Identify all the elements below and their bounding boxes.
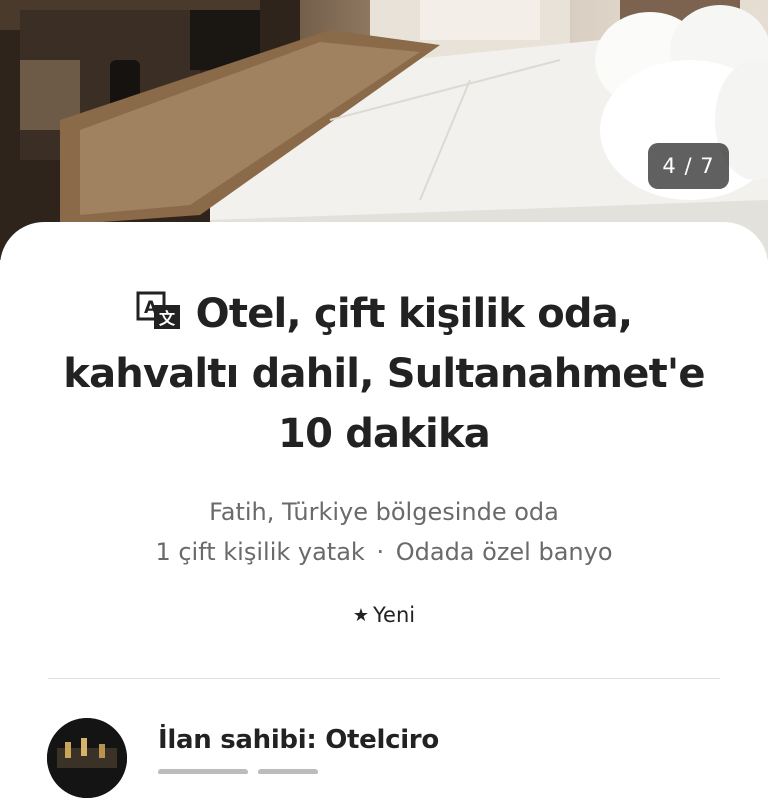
listing-photo[interactable]: 4 / 7 (0, 0, 768, 260)
svg-text:文: 文 (159, 309, 176, 328)
photo-counter-badge: 4 / 7 (648, 143, 729, 189)
listing-location: Fatih, Türkiye bölgesinde oda (209, 498, 559, 526)
bath-info: Odada özel banyo (395, 538, 613, 566)
listing-rating: ★ Yeni (0, 600, 768, 631)
bed-info: 1 çift kişilik yatak (155, 538, 365, 566)
host-avatar[interactable] (47, 718, 127, 798)
host-avatar-image (47, 718, 127, 798)
host-subtitle-cutoff (158, 760, 378, 774)
separator-dot: · (376, 538, 385, 566)
listing-room-details: 1 çift kişilik yatak · Odada özel banyo (0, 532, 768, 572)
translate-icon[interactable]: A 文 (136, 291, 182, 331)
section-divider (48, 678, 720, 679)
star-icon: ★ (352, 605, 370, 626)
listing-subtitle: Fatih, Türkiye bölgesinde oda 1 çift kiş… (0, 492, 768, 572)
bed-photo-illustration (0, 0, 768, 260)
listing-title: A 文 Otel, çift kişilik oda, kahvaltı dah… (60, 284, 708, 464)
rating-label: Yeni (373, 603, 416, 627)
host-name: İlan sahibi: Otelciro (158, 725, 439, 755)
